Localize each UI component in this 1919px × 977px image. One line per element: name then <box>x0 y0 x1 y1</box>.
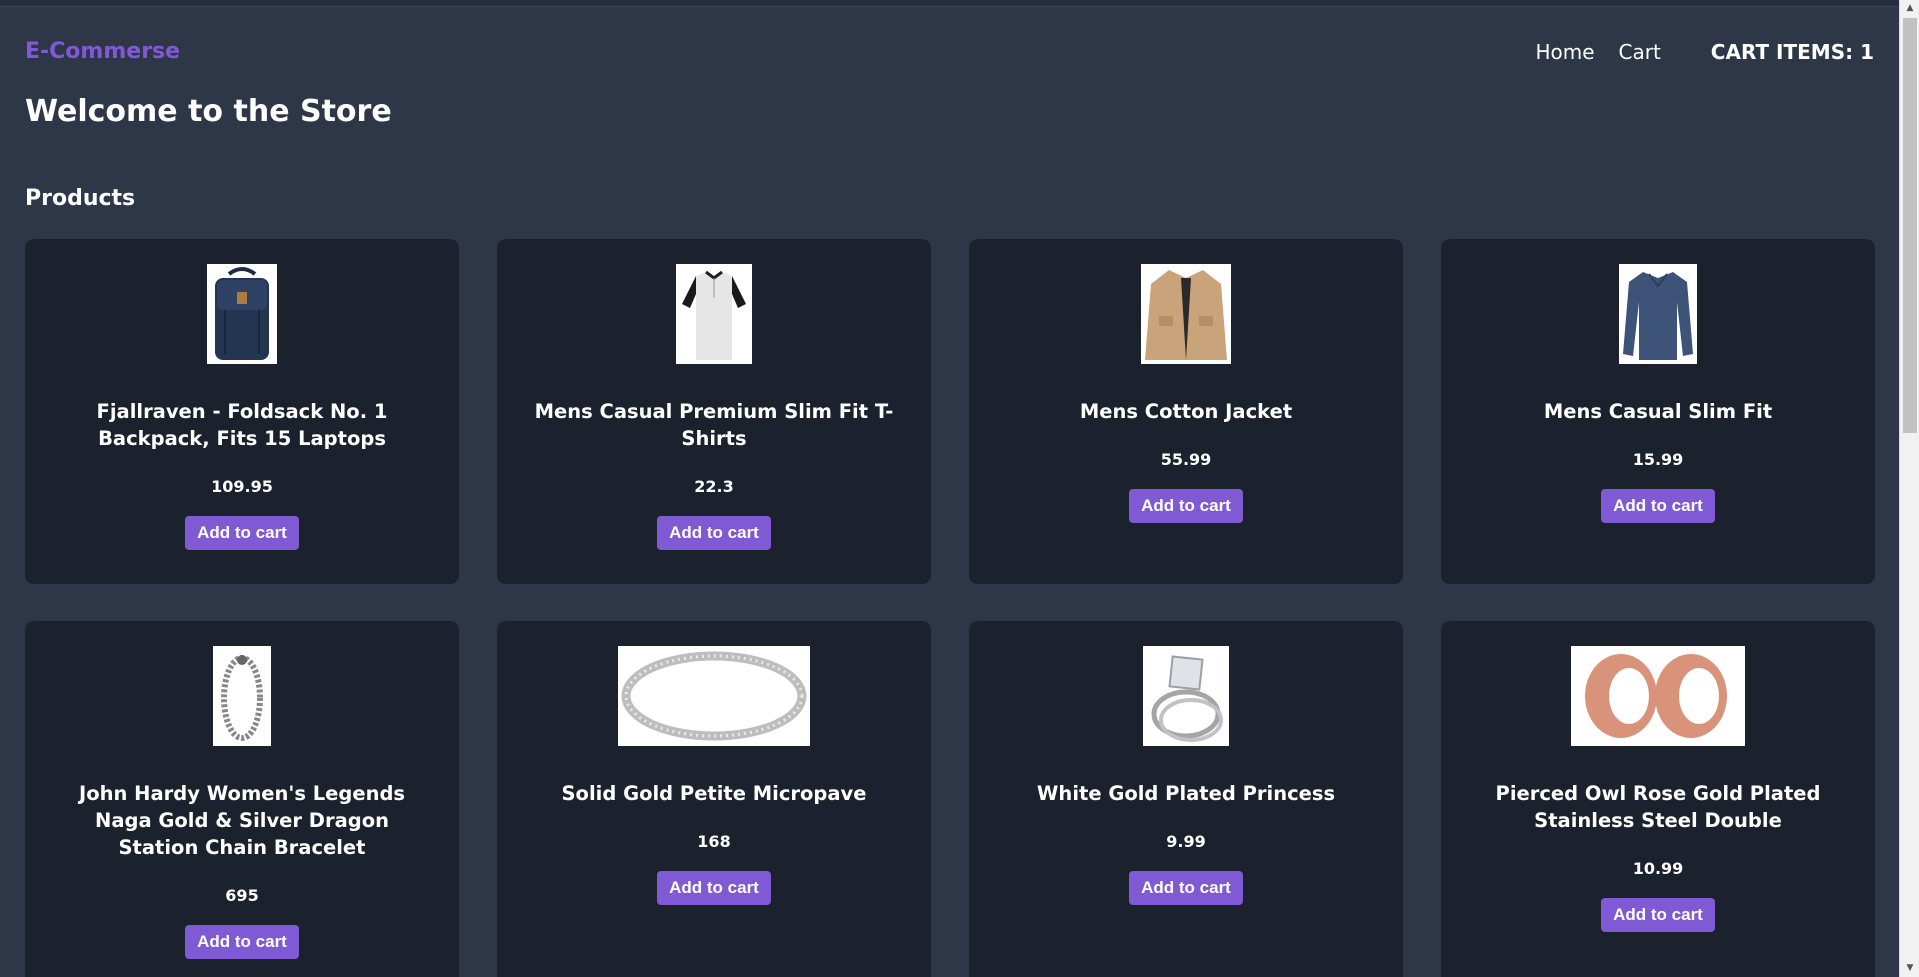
nav-cart-link[interactable]: Cart <box>1619 40 1661 64</box>
jacket-image[interactable] <box>1141 264 1231 364</box>
product-title[interactable]: Fjallraven - Foldsack No. 1 Backpack, Fi… <box>61 398 423 452</box>
product-grid: Fjallraven - Foldsack No. 1 Backpack, Fi… <box>25 239 1875 977</box>
ring-band-image[interactable] <box>618 646 810 746</box>
add-to-cart-button[interactable]: Add to cart <box>657 871 771 905</box>
vertical-scrollbar[interactable]: ▲ ▼ <box>1899 0 1919 977</box>
add-to-cart-button[interactable]: Add to cart <box>1129 489 1243 523</box>
product-price: 22.3 <box>694 477 734 496</box>
product-price: 10.99 <box>1632 859 1684 878</box>
add-to-cart-button[interactable]: Add to cart <box>657 516 771 550</box>
navbar: E-Commerse Home Cart CART ITEMS: 1 <box>25 37 1874 77</box>
product-card: John Hardy Women's Legends Naga Gold & S… <box>25 621 459 977</box>
diamond-ring-image[interactable] <box>1143 646 1229 746</box>
product-price: 15.99 <box>1632 450 1684 469</box>
store-page: E-Commerse Home Cart CART ITEMS: 1 Welco… <box>0 7 1899 977</box>
product-price: 695 <box>225 886 259 905</box>
brand-logo[interactable]: E-Commerse <box>25 39 180 64</box>
product-title[interactable]: Mens Cotton Jacket <box>1080 398 1292 425</box>
cart-items-count: CART ITEMS: 1 <box>1710 40 1874 64</box>
product-card: Pierced Owl Rose Gold Plated Stainless S… <box>1441 621 1875 977</box>
product-title[interactable]: Pierced Owl Rose Gold Plated Stainless S… <box>1477 780 1839 834</box>
bracelet-image[interactable] <box>213 646 271 746</box>
product-card: Mens Casual Slim Fit 15.99 Add to cart <box>1441 239 1875 584</box>
nav-links: Home Cart CART ITEMS: 1 <box>1535 40 1874 64</box>
scrollbar-thumb[interactable] <box>1903 18 1917 433</box>
product-card: Mens Casual Premium Slim Fit T-Shirts 22… <box>497 239 931 584</box>
tshirt-image[interactable] <box>676 264 752 364</box>
product-card: Mens Cotton Jacket 55.99 Add to cart <box>969 239 1403 584</box>
nav-home-link[interactable]: Home <box>1535 40 1594 64</box>
product-card: Solid Gold Petite Micropave 168 Add to c… <box>497 621 931 977</box>
welcome-heading: Welcome to the Store <box>25 94 392 129</box>
product-title[interactable]: Mens Casual Slim Fit <box>1544 398 1772 425</box>
product-title[interactable]: Mens Casual Premium Slim Fit T-Shirts <box>533 398 895 452</box>
products-heading: Products <box>25 186 136 211</box>
product-title[interactable]: John Hardy Women's Legends Naga Gold & S… <box>61 780 423 861</box>
product-price: 55.99 <box>1160 450 1212 469</box>
product-price: 9.99 <box>1166 832 1206 851</box>
product-price: 168 <box>697 832 731 851</box>
scroll-down-arrow-icon[interactable]: ▼ <box>1900 960 1919 977</box>
product-title[interactable]: Solid Gold Petite Micropave <box>562 780 867 807</box>
add-to-cart-button[interactable]: Add to cart <box>1601 489 1715 523</box>
add-to-cart-button[interactable]: Add to cart <box>185 925 299 959</box>
add-to-cart-button[interactable]: Add to cart <box>1129 871 1243 905</box>
product-title[interactable]: White Gold Plated Princess <box>1037 780 1335 807</box>
rose-gold-plugs-image[interactable] <box>1571 646 1745 746</box>
browser-top-edge <box>0 0 1899 7</box>
scroll-up-arrow-icon[interactable]: ▲ <box>1900 0 1919 17</box>
add-to-cart-button[interactable]: Add to cart <box>1601 898 1715 932</box>
product-card: White Gold Plated Princess 9.99 Add to c… <box>969 621 1403 977</box>
add-to-cart-button[interactable]: Add to cart <box>185 516 299 550</box>
product-price: 109.95 <box>211 477 273 496</box>
backpack-image[interactable] <box>207 264 277 364</box>
product-card: Fjallraven - Foldsack No. 1 Backpack, Fi… <box>25 239 459 584</box>
longsleeve-shirt-image[interactable] <box>1619 264 1697 364</box>
